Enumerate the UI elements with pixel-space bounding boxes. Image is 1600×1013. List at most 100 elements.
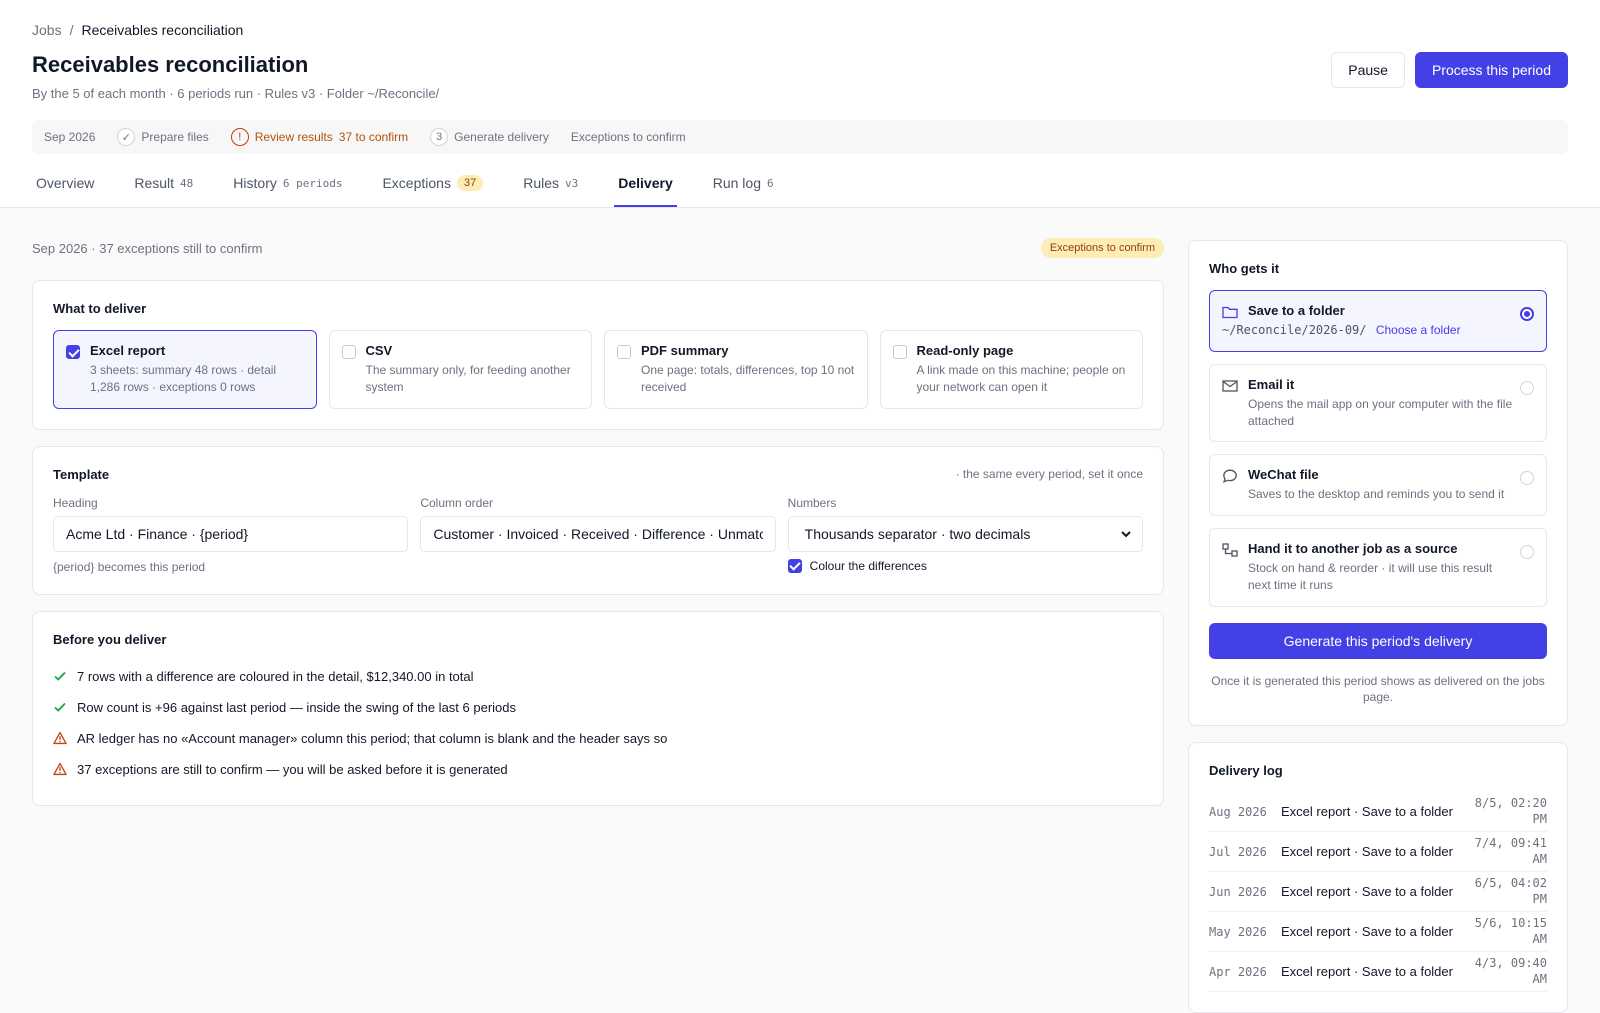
tab-exceptions[interactable]: Exceptions 37: [378, 161, 487, 207]
field-help: {period} becomes this period: [53, 559, 206, 574]
destination-handoff-job[interactable]: Hand it to another job as a source Stock…: [1209, 528, 1547, 607]
check-text: 7 rows with a difference are coloured in…: [77, 668, 474, 684]
checkbox[interactable]: [892, 345, 907, 359]
format-name: PDF summary: [641, 343, 729, 358]
section-title: Before you deliver: [53, 631, 167, 647]
chat-bubble-icon: [1222, 469, 1237, 484]
numbers-select[interactable]: Thousands separator · two decimals: [787, 515, 1143, 552]
section-title: Template: [53, 466, 110, 482]
destination-email[interactable]: Email it Opens the mail app on your comp…: [1209, 363, 1547, 443]
format-option-pdf[interactable]: PDF summary One page: totals, difference…: [604, 330, 868, 409]
status-badge: Exceptions to confirm: [1040, 238, 1164, 258]
delivery-main: Sep 2026 · 37 exceptions still to confir…: [32, 232, 1164, 806]
log-period: Jul 2026: [1209, 844, 1267, 859]
tab-label: Rules: [523, 175, 559, 191]
radio-button[interactable]: [1520, 380, 1534, 395]
column-order-input[interactable]: [420, 515, 776, 552]
log-row: Jul 2026 Excel report · Save to a folder…: [1209, 832, 1547, 873]
process-period-button[interactable]: Process this period: [1414, 52, 1568, 88]
format-option-excel[interactable]: Excel report 3 sheets: summary 48 rows ·…: [53, 330, 317, 409]
page-subtitle: By the 5 of each month · 6 periods run ·…: [32, 86, 440, 101]
log-date: 8/5, 02:20: [1474, 796, 1547, 811]
select-value: Thousands separator · two decimals: [804, 525, 1031, 542]
tab-label: Result: [134, 175, 175, 191]
stepper-status: Exceptions to confirm: [570, 130, 686, 144]
radio-button[interactable]: [1520, 307, 1534, 321]
tab-history[interactable]: History 6 periods: [229, 161, 346, 207]
pause-button[interactable]: Pause: [1331, 52, 1405, 88]
log-date: 4/3, 09:40: [1474, 956, 1547, 971]
step-label: Generate delivery: [454, 130, 549, 144]
radio-button[interactable]: [1520, 471, 1534, 486]
check-item: Row count is +96 against last period — i…: [53, 692, 1143, 723]
check-icon: [54, 702, 66, 712]
step-generate-delivery[interactable]: 3 Generate delivery: [430, 128, 549, 146]
check-text: 37 exceptions are still to confirm — you…: [77, 761, 508, 777]
header-actions: Pause Process this period: [1331, 52, 1568, 88]
format-desc: A link made on this machine; people on y…: [916, 363, 1126, 394]
radio-button[interactable]: [1520, 545, 1534, 560]
tab-bar: Overview Result 48 History 6 periods Excep…: [32, 161, 778, 207]
log-row: Apr 2026 Excel report · Save to a folder…: [1209, 952, 1547, 993]
warning-triangle-icon: [53, 732, 67, 745]
format-option-readonly-page[interactable]: Read-only page A link made on this machi…: [879, 330, 1143, 409]
heading-input[interactable]: [53, 515, 409, 552]
log-row: May 2026 Excel report · Save to a folder…: [1209, 912, 1547, 953]
log-what: Excel report · Save to a folder: [1281, 844, 1453, 860]
format-desc: 3 sheets: summary 48 rows · detail 1,286…: [90, 363, 277, 394]
log-time: 8/5, 02:20 PM: [1473, 796, 1547, 827]
destination-folder[interactable]: Save to a folder ~/Reconcile/2026-09/ Ch…: [1209, 290, 1547, 352]
log-row: Aug 2026 Excel report · Save to a folder…: [1209, 792, 1547, 833]
tab-label: Overview: [36, 175, 95, 191]
delivery-log-card: Delivery log Aug 2026 Excel report · Sav…: [1188, 742, 1568, 1013]
format-desc: The summary only, for feeding another sy…: [365, 363, 571, 394]
checkbox[interactable]: [66, 345, 80, 359]
breadcrumb-jobs-link[interactable]: Jobs: [32, 22, 62, 38]
destination-wechat[interactable]: WeChat file Saves to the desktop and rem…: [1209, 454, 1547, 517]
tab-label: History: [233, 175, 277, 191]
step-prepare-files[interactable]: ✓ Prepare files: [117, 128, 209, 146]
checkbox[interactable]: [787, 558, 802, 573]
tab-label: Exceptions: [382, 175, 451, 191]
check-text: Row count is +96 against last period — i…: [77, 699, 516, 715]
step-review-results[interactable]: ! Review results 37 to confirm: [230, 128, 408, 146]
column-order-field: Column order: [420, 495, 776, 574]
log-time: 6/5, 04:02 PM: [1473, 876, 1547, 907]
step-label: Review results: [254, 130, 333, 144]
field-label: Column order: [420, 495, 494, 510]
step-label: Prepare files: [141, 130, 209, 144]
destination-desc: Opens the mail app on your computer with…: [1248, 396, 1513, 428]
section-title: Delivery log: [1209, 763, 1283, 779]
delivery-sidebar: Who gets it Save to a folder ~/Reconcile…: [1188, 240, 1568, 1013]
mail-icon: [1222, 380, 1238, 392]
check-icon: ✓: [117, 128, 136, 146]
log-ampm: PM: [1532, 811, 1547, 826]
tab-label: Delivery: [618, 175, 673, 191]
breadcrumb-separator: /: [69, 22, 74, 38]
check-text: AR ledger has no «Account manager» colum…: [77, 730, 668, 746]
format-option-csv[interactable]: CSV The summary only, for feeding anothe…: [328, 330, 592, 409]
tab-count: 6 periods: [282, 176, 343, 190]
folder-icon: [1222, 306, 1238, 319]
chevron-down-icon: [1121, 530, 1131, 538]
tab-result[interactable]: Result 48: [130, 161, 197, 207]
page-title: Receivables reconciliation: [32, 52, 309, 77]
generate-delivery-button[interactable]: Generate this period's delivery: [1209, 622, 1547, 659]
checkbox-label: Colour the differences: [809, 558, 927, 573]
choose-folder-link[interactable]: Choose a folder: [1376, 323, 1461, 337]
tab-rules[interactable]: Rules v3: [519, 161, 582, 207]
colour-differences-checkbox[interactable]: Colour the differences: [787, 558, 1143, 573]
template-note: · the same every period, set it once: [955, 467, 1143, 482]
tab-delivery[interactable]: Delivery: [614, 161, 677, 207]
tab-run-log[interactable]: Run log 6: [709, 161, 778, 207]
tab-count-badge: 37: [456, 175, 484, 191]
checkbox[interactable]: [341, 345, 356, 359]
section-title: Who gets it: [1209, 261, 1280, 276]
log-what: Excel report · Save to a folder: [1281, 804, 1453, 820]
tab-count: v3: [565, 176, 579, 190]
checkbox[interactable]: [617, 345, 631, 359]
numbers-field: Numbers Thousands separator · two decima…: [787, 496, 1143, 574]
destination-name: WeChat file: [1248, 467, 1319, 483]
tab-overview[interactable]: Overview: [32, 161, 98, 207]
destination-name: Hand it to another job as a source: [1248, 541, 1458, 557]
